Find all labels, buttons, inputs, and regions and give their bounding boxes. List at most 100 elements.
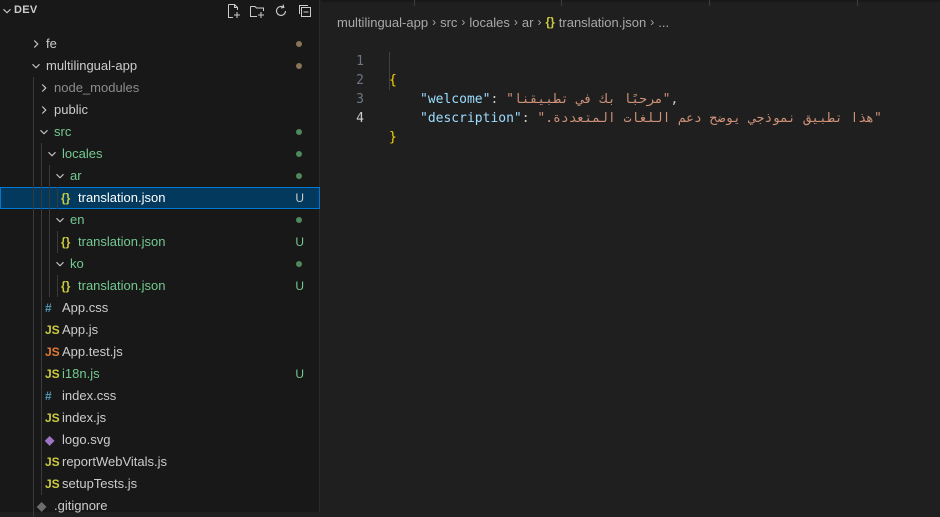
chevron-right-icon: ›: [432, 15, 437, 29]
code-line[interactable]: 2 "welcome": "مرحبًا بك في تطبيقنا",: [321, 52, 940, 107]
indent-guide: [57, 187, 58, 209]
indent-guide: [33, 253, 34, 275]
file-item[interactable]: ◆ logo.svg: [0, 429, 320, 451]
indent-guide: [49, 231, 50, 253]
file-item[interactable]: JS index.js: [0, 407, 320, 429]
new-file-icon[interactable]: [224, 2, 242, 20]
code-line[interactable]: 4 }: [321, 90, 940, 145]
chevron-right-icon[interactable]: [37, 81, 51, 95]
json-key: "description": [420, 111, 522, 126]
file-item[interactable]: JS App.test.js: [0, 341, 320, 363]
indent-guide: [33, 319, 34, 341]
change-dot-icon: [296, 261, 302, 267]
indent-guide: [33, 341, 34, 363]
indent-guide: [33, 297, 34, 319]
file-item[interactable]: JS i18n.js U: [0, 363, 320, 385]
indent-guide: [41, 187, 42, 209]
folder-label: ko: [70, 256, 84, 271]
indent-guide: [33, 77, 34, 99]
json-file-icon: {}: [545, 15, 555, 29]
indent-guide: [41, 429, 42, 451]
folder-item[interactable]: node_modules: [0, 77, 320, 99]
collapse-all-icon[interactable]: [296, 2, 314, 20]
folder-item[interactable]: fe: [0, 33, 320, 55]
chevron-down-icon[interactable]: [53, 257, 67, 271]
explorer-header[interactable]: DEV: [0, 0, 320, 22]
folder-item[interactable]: ko: [0, 253, 320, 275]
indent-guide: [33, 473, 34, 495]
indent-guide: [33, 187, 34, 209]
breadcrumb-item[interactable]: src: [440, 15, 457, 30]
indent-guide: [41, 165, 42, 187]
indent-guide: [33, 99, 34, 121]
file-label: logo.svg: [62, 432, 111, 447]
code-line[interactable]: 3 "description": "هذا تطبيق نموذجي يوضح …: [321, 71, 940, 126]
indent-guide: [33, 385, 34, 407]
folder-label: en: [70, 212, 85, 227]
breadcrumb-item[interactable]: multilingual-app: [337, 15, 428, 30]
folder-item[interactable]: src: [0, 121, 320, 143]
folder-item[interactable]: multilingual-app: [0, 55, 320, 77]
folder-item[interactable]: ar: [0, 165, 320, 187]
file-item[interactable]: JS reportWebVitals.js: [0, 451, 320, 473]
folder-item[interactable]: en: [0, 209, 320, 231]
chevron-down-icon[interactable]: [29, 59, 43, 73]
folder-label: public: [54, 102, 88, 117]
git-file-icon: ◆: [37, 499, 47, 513]
file-item[interactable]: ◆ .gitignore: [0, 495, 320, 517]
file-label: setupTests.js: [62, 476, 138, 491]
folder-label: node_modules: [54, 80, 140, 95]
indent-guide: [33, 121, 34, 143]
untracked-badge: U: [295, 235, 304, 249]
file-item[interactable]: {} translation.json U: [0, 187, 320, 209]
file-label: index.css: [62, 388, 117, 403]
indent-guide: [41, 209, 42, 231]
breadcrumb-item[interactable]: ar: [522, 15, 534, 30]
breadcrumb-file[interactable]: translation.json: [559, 15, 646, 30]
explorer-sidebar: DEV fe multilingual-app node_modulespublic…: [0, 0, 320, 517]
chevron-right-icon[interactable]: [37, 103, 51, 117]
indent-guide: [49, 275, 50, 297]
file-label: translation.json: [78, 234, 166, 249]
file-label: translation.json: [78, 190, 166, 205]
json-file-icon: {}: [61, 235, 71, 249]
breadcrumb-symbols[interactable]: ...: [658, 15, 669, 30]
chevron-down-icon[interactable]: [45, 147, 59, 161]
json-value: "هذا تطبيق نموذجي يوضح دعم اللغات المتعد…: [537, 111, 882, 126]
file-label: .gitignore: [54, 498, 108, 513]
folder-item[interactable]: public: [0, 99, 320, 121]
change-dot-icon: [296, 151, 302, 157]
file-item[interactable]: {} translation.json U: [0, 231, 320, 253]
folder-item[interactable]: locales: [0, 143, 320, 165]
file-item[interactable]: # App.css: [0, 297, 320, 319]
indent-guide: [33, 363, 34, 385]
refresh-icon[interactable]: [272, 2, 290, 20]
indent-guide: [33, 143, 34, 165]
chevron-down-icon[interactable]: [0, 2, 14, 20]
chevron-right-icon[interactable]: [29, 37, 43, 51]
folder-label: multilingual-app: [46, 58, 138, 73]
untracked-badge: U: [295, 191, 304, 205]
json-file-icon: {}: [61, 279, 71, 293]
editor-area: multilingual-app › src › locales › ar › …: [321, 0, 940, 512]
file-item[interactable]: # index.css: [0, 385, 320, 407]
chevron-down-icon[interactable]: [37, 125, 51, 139]
chevron-down-icon[interactable]: [53, 169, 67, 183]
indent-guide: [33, 429, 34, 451]
indent-guide: [57, 231, 58, 253]
chevron-right-icon: ›: [537, 15, 542, 29]
indent-guide: [41, 231, 42, 253]
file-item[interactable]: JS setupTests.js: [0, 473, 320, 495]
file-item[interactable]: JS App.js: [0, 319, 320, 341]
untracked-badge: U: [295, 279, 304, 293]
code-line[interactable]: 1 {: [321, 33, 940, 88]
chevron-down-icon[interactable]: [53, 213, 67, 227]
code-view[interactable]: 1 { 2 "welcome": "مرحبًا بك في تطبيقنا",…: [321, 33, 940, 145]
file-item[interactable]: {} translation.json U: [0, 275, 320, 297]
chevron-right-icon: ›: [513, 15, 518, 29]
breadcrumb-item[interactable]: locales: [469, 15, 509, 30]
new-folder-icon[interactable]: [248, 2, 266, 20]
indent-guide: [41, 275, 42, 297]
json-file-icon: {}: [61, 191, 71, 205]
indent-guide: [33, 165, 34, 187]
